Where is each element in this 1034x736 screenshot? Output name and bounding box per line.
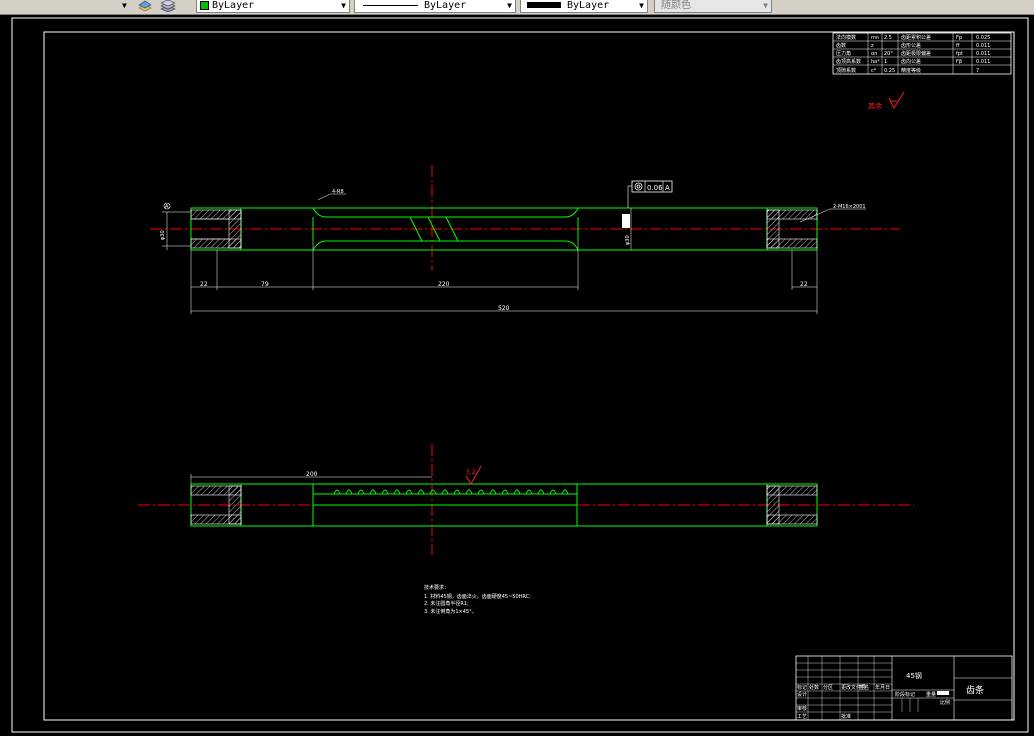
lineweight-control-value: ByLayer [567, 0, 610, 11]
linetype-sample [363, 4, 418, 6]
param-r1-c5: ff [956, 43, 960, 49]
color-control-dropdown[interactable]: ByLayer ▼ [196, 0, 350, 13]
tolerance-value: 0.06 [647, 184, 663, 192]
title-label-zone: 分区 [823, 684, 833, 691]
param-r2-c5: fpt [956, 51, 963, 57]
linetype-control-dropdown[interactable]: ByLayer ▼ [354, 0, 516, 13]
thread-note: 2-M16×2001 [833, 204, 866, 210]
title-label-count: 处数 [809, 684, 819, 691]
datum-label: A [165, 204, 169, 210]
tech-req-item-3: 3. 未注倒角为1×45°。 [424, 608, 477, 615]
drawing-svg[interactable]: 法向模数 mn 2.5 齿距累积公差 Fp 0.025 齿数 z 齿形公差 ff… [0, 14, 1034, 736]
layer-previous-icon[interactable] [138, 0, 152, 13]
param-r0-c2: mn [871, 35, 879, 41]
plotstyle-control-dropdown[interactable]: 随颜色 ▼ [654, 0, 772, 13]
param-r3-c2: ha* [871, 59, 880, 65]
title-block: 标记 处数 分区 更改文件号 签名 年月日 设计 审核 工艺 批准 45钢 阶段… [795, 655, 1013, 721]
param-r3-c4: 齿向公差 [901, 58, 921, 65]
sheet-inner-border [43, 31, 1015, 721]
rack-teeth [333, 489, 569, 495]
title-person-review: 审核 [797, 705, 807, 712]
bottom-dim-length: 200 [306, 471, 318, 478]
param-r2-c1: 压力角 [836, 50, 851, 57]
param-r3-c5: Fβ [956, 59, 962, 65]
title-person-design: 设计 [797, 691, 807, 698]
drawing-canvas[interactable]: 法向模数 mn 2.5 齿距累积公差 Fp 0.025 齿数 z 齿形公差 ff… [0, 14, 1034, 736]
concentricity-icon [634, 182, 643, 191]
param-r1-c6: 0.011 [976, 43, 990, 49]
title-person-process: 工艺 [797, 714, 807, 720]
param-r2-c6: 0.011 [976, 51, 990, 57]
param-r2-c4: 齿距极限偏差 [901, 50, 931, 57]
dim-overall: 520 [498, 305, 510, 312]
chevron-down-icon: ▼ [639, 1, 644, 10]
title-weight-label: 重量 [926, 691, 936, 698]
tolerance-frame: 0.06 A [627, 180, 673, 208]
gear-parameter-table: 法向模数 mn 2.5 齿距累积公差 Fp 0.025 齿数 z 齿形公差 ff… [832, 32, 1012, 75]
layer-dropdown-arrow[interactable]: ▼ [122, 0, 132, 13]
tolerance-datum: A [665, 184, 670, 192]
title-part-name: 齿条 [966, 684, 984, 696]
roughness-note: 其余 [868, 91, 905, 110]
param-r0-c3: 2.5 [884, 35, 892, 41]
dim-d3: 220 [438, 281, 450, 288]
linetype-control-value: ByLayer [424, 0, 467, 11]
lineweight-control-dropdown[interactable]: ByLayer ▼ [520, 0, 648, 13]
title-person-approve: 批准 [841, 713, 851, 720]
tech-req-item-2: 2. 未注圆角半径R1; [424, 600, 469, 607]
param-r0-c4: 齿距累积公差 [901, 34, 931, 41]
lineweight-sample [527, 2, 561, 8]
title-label-date: 年月日 [875, 684, 890, 691]
param-r4-c6: 7 [976, 68, 979, 74]
dia-right-label: φ30 [625, 235, 631, 245]
param-r4-c3: 0.25 [884, 68, 895, 74]
param-r4-c4: 精度等级 [901, 67, 921, 74]
param-r1-c4: 齿形公差 [901, 42, 921, 49]
chevron-down-icon: ▼ [341, 1, 346, 10]
color-swatch-icon [200, 0, 209, 10]
dim-d2: 79 [261, 281, 269, 288]
param-r4-c1: 顶隙系数 [836, 67, 856, 74]
plotstyle-control-value: 随颜色 [661, 0, 691, 11]
title-stage-label: 阶段标记 [895, 691, 915, 698]
layer-states-icon[interactable] [160, 0, 176, 13]
chevron-down-icon: ▼ [507, 1, 512, 10]
title-material: 45钢 [906, 671, 922, 680]
param-r3-c6: 0.011 [976, 59, 990, 65]
top-view: A φ30 φ30 0.06 A 4-R8 2-M16×2001 22 79 2… [150, 165, 900, 314]
tech-req-title: 技术要求： [424, 584, 449, 591]
title-label-mark: 标记 [797, 684, 807, 691]
sheet-outer-border [11, 17, 1029, 733]
dim-d4: 22 [800, 281, 808, 288]
param-r1-c1: 齿数 [836, 42, 846, 49]
bottom-roughness-value: 3.2 [466, 469, 476, 476]
param-r3-c1: 齿顶高系数 [836, 58, 861, 65]
roughness-symbol-icon [888, 91, 905, 110]
tech-req-item-1: 1. 材料45钢，齿面淬火，齿面硬度45~50HRC; [424, 593, 531, 600]
param-r1-c2: z [871, 43, 874, 49]
technical-requirements: 技术要求： 1. 材料45钢，齿面淬火，齿面硬度45~50HRC; 2. 未注圆… [424, 584, 531, 615]
param-r0-c5: Fp [956, 35, 962, 41]
param-r2-c2: αn [871, 51, 877, 57]
param-r3-c3: 1 [884, 59, 887, 65]
title-scale-label: 比例 [940, 699, 950, 706]
chevron-down-icon: ▼ [763, 1, 768, 10]
roughness-note-text: 其余 [868, 101, 882, 110]
color-control-value: ByLayer [212, 0, 255, 11]
param-r2-c3: 20° [884, 51, 893, 57]
param-r4-c2: c* [871, 68, 877, 74]
title-label-sign: 签名 [859, 684, 869, 691]
top-view-shaft-outline [190, 207, 818, 251]
dim-d1: 22 [200, 281, 208, 288]
properties-toolbar: ▼ ByLayer ▼ ByLayer ▼ ByLayer ▼ 随颜色 ▼ [0, 0, 1034, 15]
bottom-view: 200 3.2 [138, 444, 914, 555]
keyway-note: 4-R8 [332, 189, 344, 195]
param-r0-c6: 0.025 [976, 35, 990, 41]
param-r0-c1: 法向模数 [836, 34, 856, 41]
dia-left-label: φ30 [160, 230, 166, 240]
